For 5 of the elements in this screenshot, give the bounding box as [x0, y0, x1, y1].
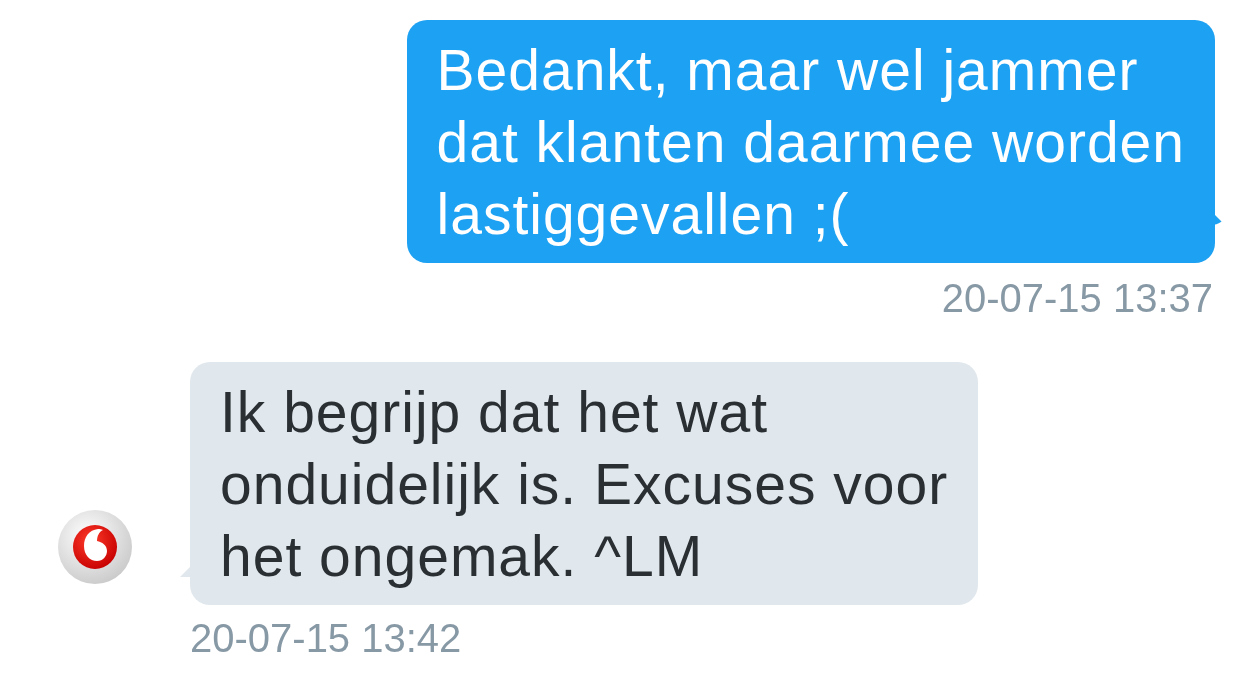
message-text: Bedankt, maar wel jammer dat klanten daarmee worden lastiggevallen ;(	[436, 37, 1185, 248]
timestamp: 20-07-15 13:42	[190, 618, 462, 658]
message-text: Ik begrijp dat het wat onduidelijk is. Excuses voor het ongemak. ^LM	[220, 379, 949, 590]
avatar-icon	[57, 509, 133, 585]
timestamp: 20-07-15 13:37	[941, 278, 1213, 318]
